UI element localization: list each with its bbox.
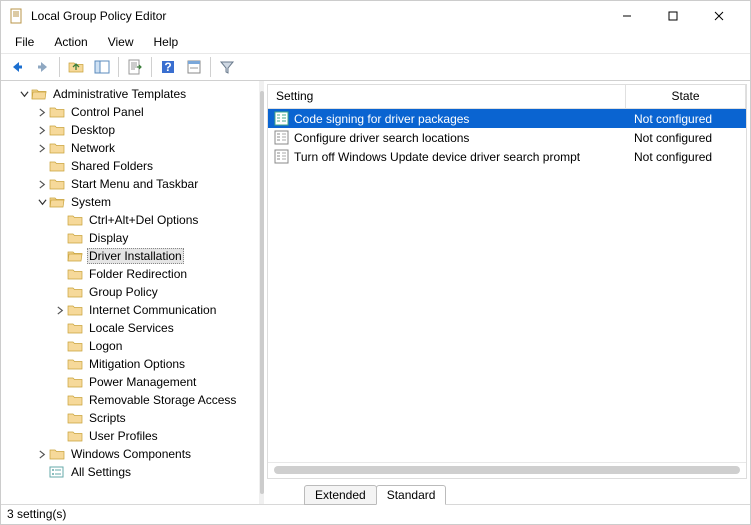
- settings-list: Setting State Code signing for driver pa…: [267, 84, 747, 479]
- maximize-button[interactable]: [650, 1, 696, 31]
- tree-label: Removable Storage Access: [87, 393, 238, 407]
- tree-node-start-menu[interactable]: Start Menu and Taskbar: [1, 175, 259, 193]
- tree-label: User Profiles: [87, 429, 160, 443]
- up-button[interactable]: [64, 55, 88, 79]
- tab-standard[interactable]: Standard: [376, 485, 447, 505]
- tree-pane[interactable]: Administrative Templates Control Panel D…: [1, 81, 259, 504]
- menubar: File Action View Help: [1, 31, 750, 53]
- setting-state: Not configured: [626, 112, 746, 126]
- tree-label: Power Management: [87, 375, 198, 389]
- tree-node-system[interactable]: System: [1, 193, 259, 211]
- view-tabs: Extended Standard: [264, 482, 750, 504]
- list-row[interactable]: Configure driver search locations Not co…: [268, 128, 746, 147]
- window-title: Local Group Policy Editor: [31, 9, 604, 23]
- tree-node-all-settings[interactable]: All Settings: [1, 463, 259, 481]
- tree-label: Desktop: [69, 123, 117, 137]
- tree-node-group-policy[interactable]: Group Policy: [1, 283, 259, 301]
- tree-label: Ctrl+Alt+Del Options: [87, 213, 200, 227]
- tree-label: Locale Services: [87, 321, 176, 335]
- tree-node-shared-folders[interactable]: Shared Folders: [1, 157, 259, 175]
- horizontal-scrollbar[interactable]: [268, 462, 746, 478]
- tree-label: Network: [69, 141, 117, 155]
- show-hide-tree-button[interactable]: [90, 55, 114, 79]
- splitter[interactable]: [259, 81, 264, 504]
- tree-label: System: [69, 195, 113, 209]
- main-content: Administrative Templates Control Panel D…: [1, 81, 750, 504]
- tree-label: Logon: [87, 339, 124, 353]
- filter-button[interactable]: [215, 55, 239, 79]
- menu-help[interactable]: Help: [146, 33, 187, 51]
- toolbar-separator: [210, 57, 211, 77]
- setting-state: Not configured: [626, 131, 746, 145]
- tree-node-driver-installation[interactable]: Driver Installation: [1, 247, 259, 265]
- tree-node-mitigation-options[interactable]: Mitigation Options: [1, 355, 259, 373]
- app-icon: [9, 8, 25, 24]
- setting-icon: [274, 149, 290, 165]
- tree-node-user-profiles[interactable]: User Profiles: [1, 427, 259, 445]
- setting-name: Code signing for driver packages: [294, 112, 626, 126]
- forward-button[interactable]: [31, 55, 55, 79]
- tree-label: Internet Communication: [87, 303, 218, 317]
- setting-icon: [274, 130, 290, 146]
- tree-node-network[interactable]: Network: [1, 139, 259, 157]
- minimize-button[interactable]: [604, 1, 650, 31]
- tree-label: Control Panel: [69, 105, 146, 119]
- column-header-state[interactable]: State: [626, 85, 746, 108]
- tree-node-display[interactable]: Display: [1, 229, 259, 247]
- tree-label: Administrative Templates: [51, 87, 188, 101]
- list-row[interactable]: Code signing for driver packages Not con…: [268, 109, 746, 128]
- tree-node-internet-communication[interactable]: Internet Communication: [1, 301, 259, 319]
- toolbar-separator: [118, 57, 119, 77]
- tree-label: Driver Installation: [87, 248, 184, 264]
- tree-label: Mitigation Options: [87, 357, 187, 371]
- tree-node-logon[interactable]: Logon: [1, 337, 259, 355]
- tree-label: Shared Folders: [69, 159, 155, 173]
- tree-node-folder-redirection[interactable]: Folder Redirection: [1, 265, 259, 283]
- tree-label: All Settings: [69, 465, 133, 479]
- setting-name: Configure driver search locations: [294, 131, 626, 145]
- svg-text:?: ?: [164, 60, 171, 74]
- tree-label: Start Menu and Taskbar: [69, 177, 200, 191]
- tree-node-ctrl-alt-del[interactable]: Ctrl+Alt+Del Options: [1, 211, 259, 229]
- menu-action[interactable]: Action: [46, 33, 95, 51]
- menu-file[interactable]: File: [7, 33, 42, 51]
- toolbar-separator: [59, 57, 60, 77]
- list-row[interactable]: Turn off Windows Update device driver se…: [268, 147, 746, 166]
- toolbar-separator: [151, 57, 152, 77]
- statusbar: 3 setting(s): [1, 504, 750, 524]
- export-button[interactable]: [123, 55, 147, 79]
- properties-button[interactable]: [182, 55, 206, 79]
- help-button[interactable]: ?: [156, 55, 180, 79]
- toolbar: ?: [1, 53, 750, 81]
- tree-label: Group Policy: [87, 285, 160, 299]
- tree-label: Folder Redirection: [87, 267, 189, 281]
- tree-node-locale-services[interactable]: Locale Services: [1, 319, 259, 337]
- tree-node-control-panel[interactable]: Control Panel: [1, 103, 259, 121]
- list-header: Setting State: [268, 85, 746, 109]
- status-text: 3 setting(s): [7, 507, 66, 521]
- tree-label: Display: [87, 231, 130, 245]
- tree-node-windows-components[interactable]: Windows Components: [1, 445, 259, 463]
- tab-extended[interactable]: Extended: [304, 485, 377, 505]
- detail-pane: Setting State Code signing for driver pa…: [264, 81, 750, 504]
- setting-state: Not configured: [626, 150, 746, 164]
- tree-node-power-management[interactable]: Power Management: [1, 373, 259, 391]
- tree-label: Windows Components: [69, 447, 193, 461]
- tree-node-administrative-templates[interactable]: Administrative Templates: [1, 85, 259, 103]
- tree-node-desktop[interactable]: Desktop: [1, 121, 259, 139]
- back-button[interactable]: [5, 55, 29, 79]
- close-button[interactable]: [696, 1, 742, 31]
- tree-label: Scripts: [87, 411, 128, 425]
- setting-name: Turn off Windows Update device driver se…: [294, 150, 626, 164]
- tree-node-removable-storage[interactable]: Removable Storage Access: [1, 391, 259, 409]
- titlebar: Local Group Policy Editor: [1, 1, 750, 31]
- setting-icon: [274, 111, 290, 127]
- tree-node-scripts[interactable]: Scripts: [1, 409, 259, 427]
- menu-view[interactable]: View: [100, 33, 142, 51]
- column-header-setting[interactable]: Setting: [268, 85, 626, 108]
